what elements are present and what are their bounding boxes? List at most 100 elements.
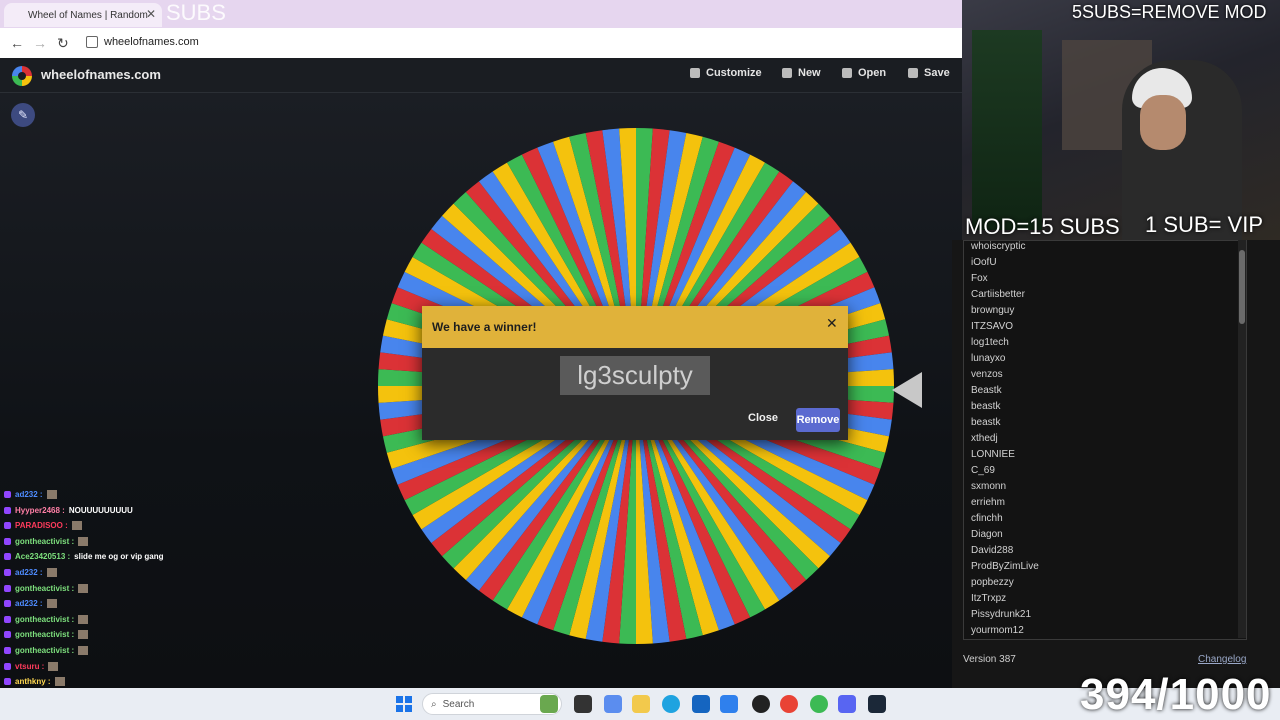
- chat-username[interactable]: vtsuru :: [15, 662, 44, 671]
- chat-username[interactable]: gontheactivist :: [15, 646, 74, 655]
- name-entry[interactable]: lunayxo: [971, 353, 1005, 364]
- taskbar-app-icon[interactable]: [540, 695, 558, 713]
- chat-message: gontheactivist :: [4, 646, 89, 655]
- chat-badge-icon: [4, 678, 11, 686]
- winner-dialog: We have a winner! ✕ lg3sculpty Close Rem…: [422, 306, 848, 440]
- windows-start-icon[interactable]: [396, 696, 412, 712]
- chat-username[interactable]: anthkny :: [15, 677, 51, 686]
- browser-tab[interactable]: Wheel of Names | Random: [4, 3, 162, 27]
- chat-username[interactable]: ad232 :: [15, 568, 43, 577]
- forward-icon[interactable]: →: [33, 35, 47, 51]
- remove-button[interactable]: Remove: [796, 408, 840, 432]
- name-entry[interactable]: erriehm: [971, 497, 1005, 508]
- chat-message: PARADISOO :: [4, 521, 82, 531]
- save-icon: [908, 68, 918, 78]
- discord-icon[interactable]: [838, 695, 856, 713]
- file-explorer-icon[interactable]: [632, 695, 650, 713]
- name-entry[interactable]: xthedj: [971, 433, 998, 444]
- chat-badge-icon: [4, 491, 11, 498]
- name-entry[interactable]: LONNIEE: [971, 449, 1015, 460]
- names-list[interactable]: whoiscryptic iOofU Fox Cartiisbetter browngu…: [963, 240, 1247, 640]
- name-entry[interactable]: ProdByZimLive: [971, 561, 1039, 572]
- chat-username[interactable]: gontheactivist :: [15, 630, 74, 639]
- streamer-face: [1140, 95, 1186, 150]
- steam-icon[interactable]: [868, 695, 886, 713]
- overlay-mod-text: MOD=15 SUBS: [965, 214, 1120, 239]
- subs-overlay-text: SUBS: [166, 0, 226, 25]
- name-entry[interactable]: popbezzy: [971, 577, 1014, 588]
- christmas-tree: [972, 30, 1042, 230]
- name-entry[interactable]: beastk: [971, 417, 1000, 428]
- chat-badge-icon: [4, 662, 11, 670]
- reload-icon[interactable]: ↻: [57, 35, 69, 52]
- edit-pencil-icon[interactable]: ✎: [11, 103, 35, 127]
- chat-badge-icon: [4, 600, 11, 608]
- dialog-close-icon[interactable]: ✕: [826, 315, 838, 332]
- name-entry[interactable]: Fox: [971, 273, 988, 284]
- chat-emote-icon: [78, 536, 89, 546]
- chat-username[interactable]: Ace23420513 :: [15, 552, 70, 561]
- outlook-icon[interactable]: [720, 695, 738, 713]
- name-entry[interactable]: Cartiisbetter: [971, 289, 1025, 300]
- customize-button[interactable]: Customize: [690, 67, 762, 79]
- url-field[interactable]: wheelofnames.com: [104, 36, 199, 48]
- name-entry[interactable]: yourmom12: [971, 625, 1024, 636]
- webcam-feed: [962, 0, 1280, 240]
- chat-message: ad232 :: [4, 490, 57, 499]
- folder-icon: [842, 68, 852, 78]
- chat-text: slide me og or vip gang: [74, 552, 164, 562]
- chat-emote-icon: [78, 646, 89, 655]
- chat-badge-icon: [4, 553, 11, 561]
- chat-username[interactable]: gontheactivist :: [15, 615, 74, 624]
- new-button[interactable]: New: [782, 67, 821, 79]
- brand-title[interactable]: wheelofnames.com: [41, 67, 161, 82]
- name-entry[interactable]: whoiscryptic: [971, 241, 1025, 252]
- tab-close-icon[interactable]: ✕: [146, 7, 156, 21]
- chat-emote-icon: [54, 677, 65, 687]
- chat-text: NOUUUUUUUUU: [68, 505, 133, 515]
- chat-username[interactable]: PARADISOO :: [15, 521, 68, 530]
- chat-message: anthkny :: [4, 677, 65, 687]
- store-icon[interactable]: [692, 695, 710, 713]
- name-entry[interactable]: Pissydrunk21: [971, 609, 1031, 620]
- names-scrollbar-thumb[interactable]: [1239, 250, 1245, 324]
- chat-emote-icon: [78, 614, 89, 624]
- chat-badge-icon: [4, 537, 11, 545]
- name-entry[interactable]: sxmonn: [971, 481, 1006, 492]
- task-view-icon[interactable]: [574, 695, 592, 713]
- obs-icon[interactable]: [752, 695, 770, 713]
- close-button[interactable]: Close: [748, 412, 778, 424]
- chat-message: gontheactivist :: [4, 536, 89, 546]
- name-entry[interactable]: ITZSAVO: [971, 321, 1013, 332]
- chrome-icon[interactable]: [780, 695, 798, 713]
- chat-badge-icon: [4, 631, 11, 639]
- open-button[interactable]: Open: [842, 67, 886, 79]
- changelog-link[interactable]: Changelog: [1198, 654, 1246, 665]
- chat-username[interactable]: ad232 :: [15, 490, 43, 499]
- edge-icon[interactable]: [662, 695, 680, 713]
- name-entry[interactable]: ItzTrxpz: [971, 593, 1006, 604]
- site-info-icon[interactable]: [86, 36, 98, 48]
- name-entry[interactable]: cfinchh: [971, 513, 1003, 524]
- name-entry[interactable]: brownguy: [971, 305, 1014, 316]
- photos-icon[interactable]: [604, 695, 622, 713]
- name-entry[interactable]: C_69: [971, 465, 995, 476]
- chat-username[interactable]: gontheactivist :: [15, 584, 74, 593]
- chat-username[interactable]: Hyyper2468 :: [15, 506, 65, 515]
- chat-username[interactable]: ad232 :: [15, 599, 43, 608]
- chat-message: vtsuru :: [4, 661, 59, 671]
- name-entry[interactable]: Diagon: [971, 529, 1003, 540]
- back-icon[interactable]: ←: [10, 35, 24, 51]
- chat-username[interactable]: gontheactivist :: [15, 537, 74, 546]
- name-entry[interactable]: beastk: [971, 401, 1000, 412]
- name-entry[interactable]: venzos: [971, 369, 1003, 380]
- chat-emote-icon: [48, 661, 59, 671]
- winner-dialog-title: We have a winner!: [432, 320, 537, 334]
- name-entry[interactable]: iOofU: [971, 257, 997, 268]
- name-entry[interactable]: log1tech: [971, 337, 1009, 348]
- save-button[interactable]: Save: [908, 67, 950, 79]
- chat-emote-icon: [71, 521, 82, 531]
- chrome-profile-icon[interactable]: [810, 695, 828, 713]
- name-entry[interactable]: Beastk: [971, 385, 1002, 396]
- name-entry[interactable]: David288: [971, 545, 1013, 556]
